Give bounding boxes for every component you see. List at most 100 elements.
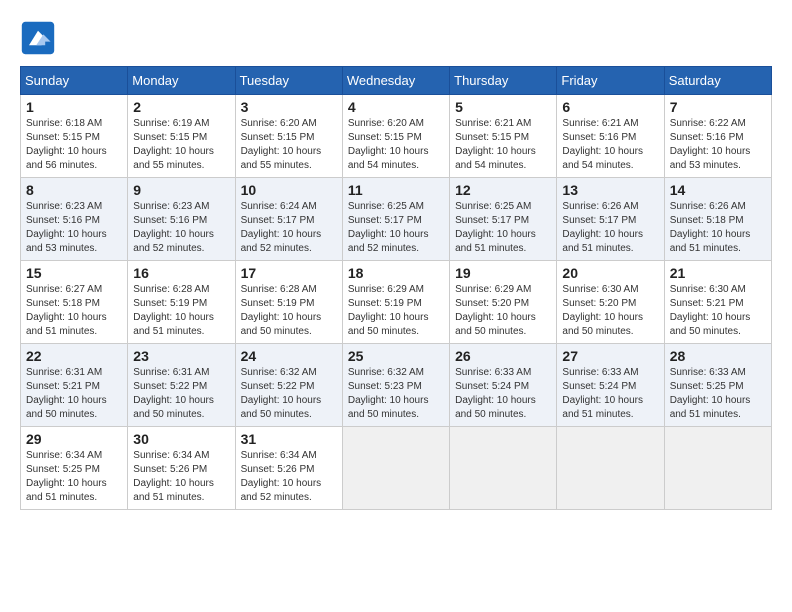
day-number: 12 (455, 182, 551, 198)
calendar-day-4: 4 Sunrise: 6:20 AM Sunset: 5:15 PM Daylig… (342, 95, 449, 178)
day-info: Sunrise: 6:34 AM Sunset: 5:26 PM Dayligh… (133, 449, 229, 505)
day-info: Sunrise: 6:21 AM Sunset: 5:16 PM Dayligh… (562, 117, 658, 173)
day-number: 3 (241, 99, 337, 115)
day-number: 26 (455, 348, 551, 364)
day-info: Sunrise: 6:34 AM Sunset: 5:26 PM Dayligh… (241, 449, 337, 505)
weekday-friday: Friday (557, 67, 664, 95)
day-number: 24 (241, 348, 337, 364)
calendar-day-26: 26 Sunrise: 6:33 AM Sunset: 5:24 PM Dayli… (450, 344, 557, 427)
day-info: Sunrise: 6:31 AM Sunset: 5:21 PM Dayligh… (26, 366, 122, 422)
calendar-week-5: 29Sunrise: 6:34 AM Sunset: 5:25 PM Dayli… (21, 427, 772, 510)
calendar-day-31: 31 Sunrise: 6:34 AM Sunset: 5:26 PM Dayli… (235, 427, 342, 510)
day-number: 8 (26, 182, 122, 198)
day-number: 4 (348, 99, 444, 115)
calendar-day-11: 11 Sunrise: 6:25 AM Sunset: 5:17 PM Dayli… (342, 178, 449, 261)
day-number: 6 (562, 99, 658, 115)
calendar-day-7: 7 Sunrise: 6:22 AM Sunset: 5:16 PM Daylig… (664, 95, 771, 178)
calendar-day-25: 25Sunrise: 6:32 AM Sunset: 5:23 PM Dayli… (342, 344, 449, 427)
day-info: Sunrise: 6:33 AM Sunset: 5:24 PM Dayligh… (562, 366, 658, 422)
day-number: 5 (455, 99, 551, 115)
day-info: Sunrise: 6:28 AM Sunset: 5:19 PM Dayligh… (133, 283, 229, 339)
day-info: Sunrise: 6:33 AM Sunset: 5:24 PM Dayligh… (455, 366, 551, 422)
calendar-week-1: 1 Sunrise: 6:18 AM Sunset: 5:15 PM Daylig… (21, 95, 772, 178)
weekday-header-row: SundayMondayTuesdayWednesdayThursdayFrid… (21, 67, 772, 95)
calendar-day-1: 1 Sunrise: 6:18 AM Sunset: 5:15 PM Daylig… (21, 95, 128, 178)
day-number: 25 (348, 348, 444, 364)
day-info: Sunrise: 6:21 AM Sunset: 5:15 PM Dayligh… (455, 117, 551, 173)
day-number: 7 (670, 99, 766, 115)
day-info: Sunrise: 6:30 AM Sunset: 5:21 PM Dayligh… (670, 283, 766, 339)
calendar-day-6: 6 Sunrise: 6:21 AM Sunset: 5:16 PM Daylig… (557, 95, 664, 178)
day-number: 20 (562, 265, 658, 281)
day-info: Sunrise: 6:25 AM Sunset: 5:17 PM Dayligh… (455, 200, 551, 256)
day-info: Sunrise: 6:28 AM Sunset: 5:19 PM Dayligh… (241, 283, 337, 339)
day-number: 9 (133, 182, 229, 198)
day-number: 10 (241, 182, 337, 198)
weekday-monday: Monday (128, 67, 235, 95)
calendar-day-29: 29Sunrise: 6:34 AM Sunset: 5:25 PM Dayli… (21, 427, 128, 510)
day-info: Sunrise: 6:32 AM Sunset: 5:22 PM Dayligh… (241, 366, 337, 422)
day-number: 16 (133, 265, 229, 281)
calendar-day-27: 27 Sunrise: 6:33 AM Sunset: 5:24 PM Dayli… (557, 344, 664, 427)
weekday-sunday: Sunday (21, 67, 128, 95)
day-number: 29 (26, 431, 122, 447)
calendar-day-15: 15Sunrise: 6:27 AM Sunset: 5:18 PM Dayli… (21, 261, 128, 344)
day-number: 27 (562, 348, 658, 364)
day-info: Sunrise: 6:22 AM Sunset: 5:16 PM Dayligh… (670, 117, 766, 173)
day-info: Sunrise: 6:19 AM Sunset: 5:15 PM Dayligh… (133, 117, 229, 173)
logo (20, 20, 60, 56)
calendar-week-4: 22Sunrise: 6:31 AM Sunset: 5:21 PM Dayli… (21, 344, 772, 427)
weekday-tuesday: Tuesday (235, 67, 342, 95)
day-info: Sunrise: 6:20 AM Sunset: 5:15 PM Dayligh… (241, 117, 337, 173)
day-number: 31 (241, 431, 337, 447)
calendar-week-2: 8 Sunrise: 6:23 AM Sunset: 5:16 PM Daylig… (21, 178, 772, 261)
day-number: 2 (133, 99, 229, 115)
day-number: 14 (670, 182, 766, 198)
day-info: Sunrise: 6:29 AM Sunset: 5:20 PM Dayligh… (455, 283, 551, 339)
calendar-day-9: 9Sunrise: 6:23 AM Sunset: 5:16 PM Daylig… (128, 178, 235, 261)
day-info: Sunrise: 6:26 AM Sunset: 5:18 PM Dayligh… (670, 200, 766, 256)
calendar-day-24: 24 Sunrise: 6:32 AM Sunset: 5:22 PM Dayli… (235, 344, 342, 427)
day-number: 11 (348, 182, 444, 198)
calendar-day-5: 5 Sunrise: 6:21 AM Sunset: 5:15 PM Daylig… (450, 95, 557, 178)
calendar-day-17: 17 Sunrise: 6:28 AM Sunset: 5:19 PM Dayli… (235, 261, 342, 344)
calendar-day-8: 8 Sunrise: 6:23 AM Sunset: 5:16 PM Daylig… (21, 178, 128, 261)
day-number: 19 (455, 265, 551, 281)
calendar-day-23: 23Sunrise: 6:31 AM Sunset: 5:22 PM Dayli… (128, 344, 235, 427)
day-number: 1 (26, 99, 122, 115)
calendar-day-14: 14 Sunrise: 6:26 AM Sunset: 5:18 PM Dayli… (664, 178, 771, 261)
day-info: Sunrise: 6:18 AM Sunset: 5:15 PM Dayligh… (26, 117, 122, 173)
empty-cell (342, 427, 449, 510)
calendar-day-3: 3 Sunrise: 6:20 AM Sunset: 5:15 PM Daylig… (235, 95, 342, 178)
calendar-day-19: 19 Sunrise: 6:29 AM Sunset: 5:20 PM Dayli… (450, 261, 557, 344)
calendar-day-18: 18Sunrise: 6:29 AM Sunset: 5:19 PM Dayli… (342, 261, 449, 344)
empty-cell (664, 427, 771, 510)
logo-icon (20, 20, 56, 56)
day-number: 28 (670, 348, 766, 364)
empty-cell (557, 427, 664, 510)
page-header (20, 20, 772, 56)
day-info: Sunrise: 6:33 AM Sunset: 5:25 PM Dayligh… (670, 366, 766, 422)
day-info: Sunrise: 6:30 AM Sunset: 5:20 PM Dayligh… (562, 283, 658, 339)
calendar-day-2: 2 Sunrise: 6:19 AM Sunset: 5:15 PM Daylig… (128, 95, 235, 178)
calendar-day-21: 21Sunrise: 6:30 AM Sunset: 5:21 PM Dayli… (664, 261, 771, 344)
day-number: 13 (562, 182, 658, 198)
weekday-thursday: Thursday (450, 67, 557, 95)
day-number: 17 (241, 265, 337, 281)
day-info: Sunrise: 6:26 AM Sunset: 5:17 PM Dayligh… (562, 200, 658, 256)
weekday-wednesday: Wednesday (342, 67, 449, 95)
calendar-day-28: 28 Sunrise: 6:33 AM Sunset: 5:25 PM Dayli… (664, 344, 771, 427)
day-number: 18 (348, 265, 444, 281)
calendar-week-3: 15Sunrise: 6:27 AM Sunset: 5:18 PM Dayli… (21, 261, 772, 344)
calendar-day-12: 12 Sunrise: 6:25 AM Sunset: 5:17 PM Dayli… (450, 178, 557, 261)
day-number: 30 (133, 431, 229, 447)
empty-cell (450, 427, 557, 510)
calendar-day-10: 10Sunrise: 6:24 AM Sunset: 5:17 PM Dayli… (235, 178, 342, 261)
calendar-table: SundayMondayTuesdayWednesdayThursdayFrid… (20, 66, 772, 510)
day-info: Sunrise: 6:20 AM Sunset: 5:15 PM Dayligh… (348, 117, 444, 173)
calendar-day-13: 13 Sunrise: 6:26 AM Sunset: 5:17 PM Dayli… (557, 178, 664, 261)
calendar-header: SundayMondayTuesdayWednesdayThursdayFrid… (21, 67, 772, 95)
day-info: Sunrise: 6:27 AM Sunset: 5:18 PM Dayligh… (26, 283, 122, 339)
day-info: Sunrise: 6:23 AM Sunset: 5:16 PM Dayligh… (26, 200, 122, 256)
day-info: Sunrise: 6:25 AM Sunset: 5:17 PM Dayligh… (348, 200, 444, 256)
